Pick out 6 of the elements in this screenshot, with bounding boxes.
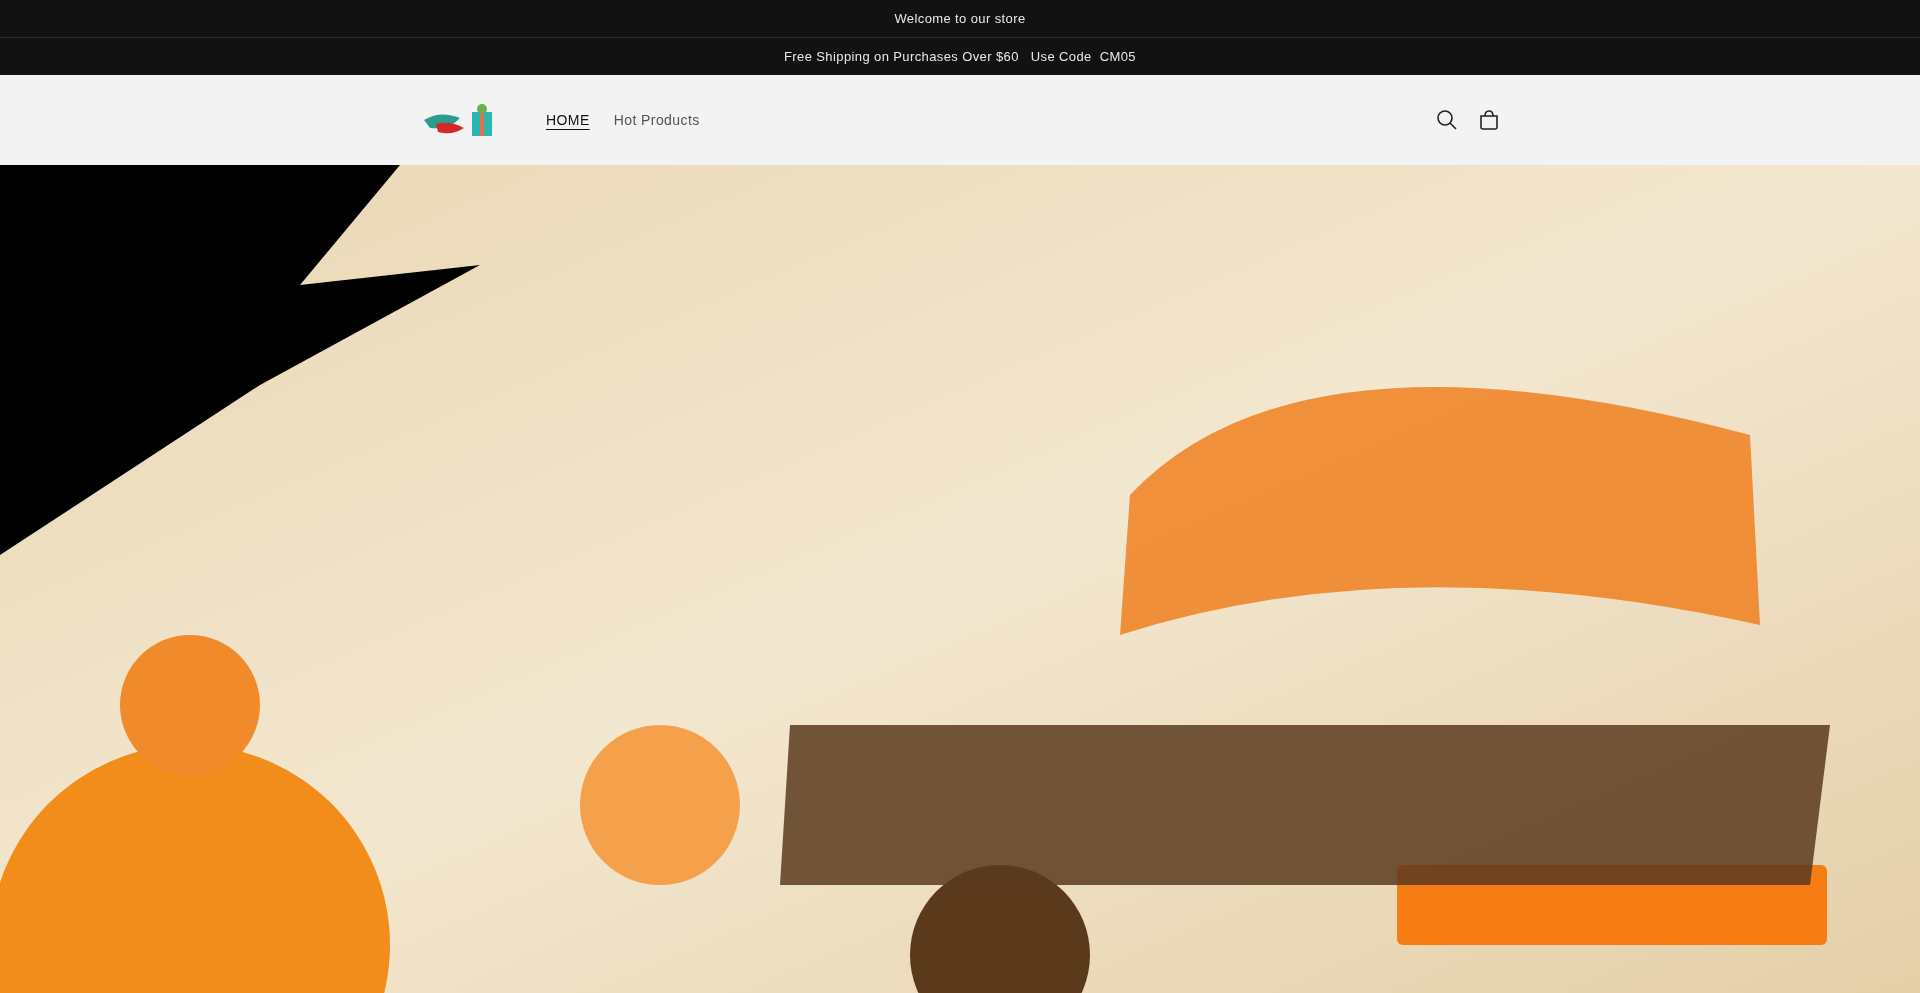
announcement-text: Welcome to our store (894, 9, 1026, 28)
shopping-bag-icon[interactable] (1478, 109, 1500, 131)
search-icon[interactable] (1436, 109, 1458, 131)
nav-link[interactable]: Hot Products (613, 109, 700, 131)
nav-link[interactable]: HOME (546, 109, 590, 131)
announcement-text: Free Shipping on Purchases Over $60 Use Code CM05 (784, 47, 1136, 66)
